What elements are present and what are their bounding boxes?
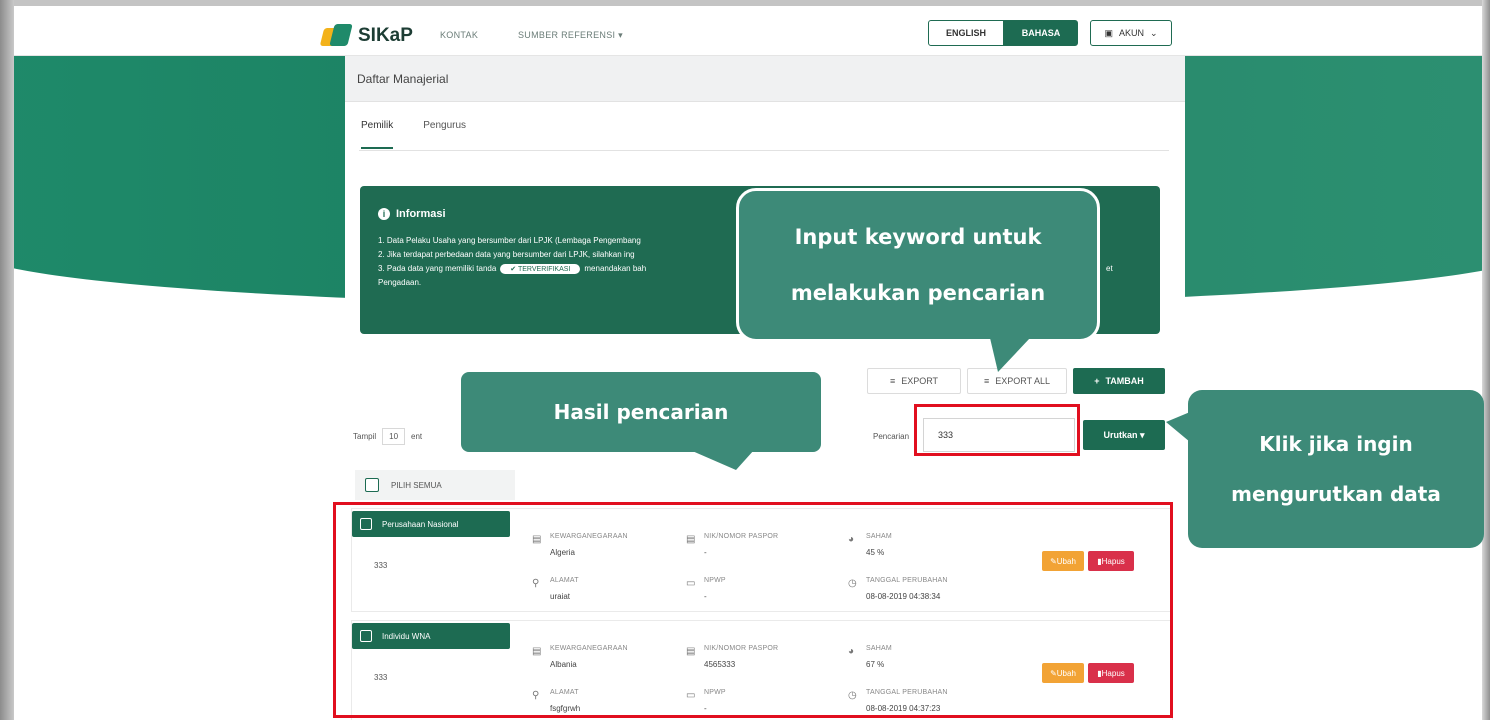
page-size-select[interactable]: 10 bbox=[382, 428, 406, 445]
search-label: Pencarian bbox=[873, 432, 910, 441]
tab-pengurus[interactable]: Pengurus bbox=[423, 120, 466, 149]
page-size-control: Tampil 10 ent bbox=[353, 428, 422, 445]
account-label: AKUN bbox=[1118, 28, 1144, 38]
user-icon: ▣ bbox=[1104, 27, 1113, 38]
callout-results-pointer bbox=[690, 450, 754, 470]
top-navbar bbox=[14, 6, 1482, 56]
info-line-2: 2. Jika terdapat perbedaan data yang ber… bbox=[378, 250, 635, 259]
account-menu-button[interactable]: ▣ AKUN ⌄ bbox=[1090, 20, 1172, 46]
page-size-suffix: ent bbox=[411, 432, 423, 441]
callout-sort: Klik jika ingin mengurutkan data bbox=[1188, 390, 1484, 548]
info-line-1: 1. Data Pelaku Usaha yang bersumber dari… bbox=[378, 236, 641, 245]
logo-text: SIKaP bbox=[358, 25, 413, 46]
page-title: Daftar Manajerial bbox=[357, 72, 449, 86]
select-all-label: PILIH SEMUA bbox=[391, 480, 442, 490]
callout-sort-pointer bbox=[1166, 412, 1190, 442]
info-line-3-tail: menandakan bah bbox=[584, 264, 647, 273]
panel-header: Daftar Manajerial bbox=[345, 56, 1185, 102]
lang-bahasa-button[interactable]: BAHASA bbox=[1004, 20, 1078, 46]
callout-search-line-1: Input keyword untuk bbox=[794, 225, 1042, 249]
plus-icon: + bbox=[1094, 376, 1100, 386]
info-line-3-end: et bbox=[1106, 264, 1113, 273]
lang-english-button[interactable]: ENGLISH bbox=[928, 20, 1004, 46]
info-title: i Informasi bbox=[378, 208, 446, 220]
callout-search-pointer bbox=[990, 338, 1030, 372]
frame-right-edge bbox=[1482, 0, 1490, 720]
tab-divider bbox=[359, 150, 1169, 151]
search-highlight-box bbox=[914, 404, 1080, 456]
info-line-3-text: 3. Pada data yang memiliki tanda bbox=[378, 264, 497, 273]
frame-left-edge bbox=[0, 0, 14, 720]
callout-results-text: Hasil pencarian bbox=[553, 400, 729, 424]
info-icon: i bbox=[378, 208, 390, 220]
add-button[interactable]: + TAMBAH bbox=[1073, 368, 1165, 394]
export-label: EXPORT bbox=[901, 376, 939, 386]
callout-results: Hasil pencarian bbox=[461, 372, 821, 452]
callout-search-line-2: melakukan pencarian bbox=[790, 281, 1046, 305]
nav-kontak[interactable]: KONTAK bbox=[440, 30, 478, 40]
tab-pemilik[interactable]: Pemilik bbox=[361, 120, 394, 149]
logo-icon bbox=[319, 24, 353, 48]
list-icon: ≡ bbox=[984, 376, 990, 386]
results-highlight-box bbox=[333, 502, 1173, 718]
hero-decoration bbox=[1182, 56, 1482, 306]
sikap-logo[interactable]: SIKaP bbox=[319, 24, 413, 48]
add-label: TAMBAH bbox=[1105, 376, 1144, 386]
sort-button[interactable]: Urutkan ▾ bbox=[1083, 420, 1165, 450]
verified-badge: ✔ TERVERIFIKASI bbox=[500, 264, 581, 274]
info-line-4: Pengadaan. bbox=[378, 278, 422, 287]
callout-sort-line-2: mengurutkan data bbox=[1231, 482, 1441, 506]
export-all-label: EXPORT ALL bbox=[995, 376, 1050, 386]
callout-sort-line-1: Klik jika ingin bbox=[1259, 432, 1413, 456]
select-all-row: PILIH SEMUA bbox=[355, 470, 515, 500]
nav-sumber-referensi[interactable]: SUMBER REFERENSI ▾ bbox=[518, 30, 623, 41]
screenshot-frame: SIKaP KONTAK SUMBER REFERENSI ▾ ENGLISH … bbox=[0, 0, 1490, 720]
info-line-3: 3. Pada data yang memiliki tanda ✔ TERVER… bbox=[378, 264, 646, 274]
callout-search-input: Input keyword untuk melakukan pencarian bbox=[736, 188, 1100, 342]
list-icon: ≡ bbox=[889, 376, 896, 386]
page-size-label: Tampil bbox=[353, 432, 377, 441]
select-all-checkbox[interactable] bbox=[365, 478, 379, 492]
chevron-down-icon: ⌄ bbox=[1149, 27, 1158, 38]
tab-bar: Pemilik Pengurus bbox=[361, 120, 466, 149]
info-title-text: Informasi bbox=[396, 208, 446, 220]
export-button[interactable]: ≡ EXPORT bbox=[867, 368, 961, 394]
